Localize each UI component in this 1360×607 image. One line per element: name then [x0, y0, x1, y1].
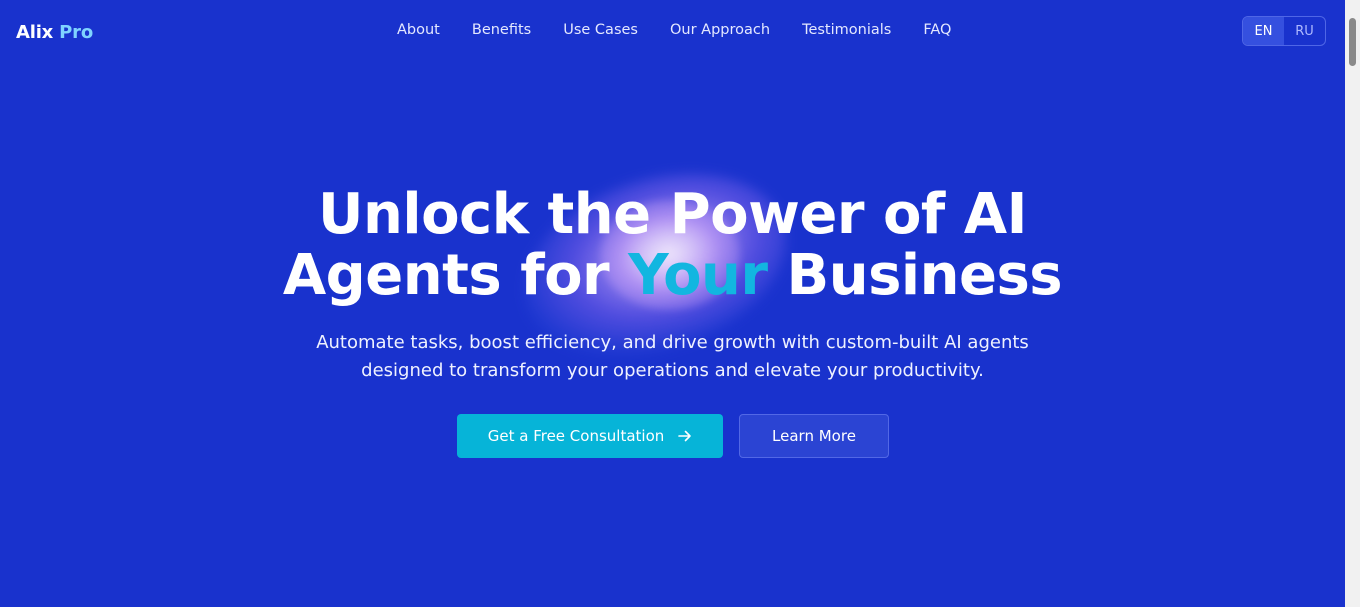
hero-title-highlight: Your: [628, 243, 768, 308]
nav-link-our-approach[interactable]: Our Approach: [670, 22, 770, 38]
logo-main: Alix: [16, 22, 54, 43]
hero-subtitle-line2: designed to transform your operations an…: [361, 360, 984, 381]
learn-more-label: Learn More: [772, 427, 856, 445]
learn-more-button[interactable]: Learn More: [739, 414, 889, 458]
nav-link-use-cases[interactable]: Use Cases: [563, 22, 638, 38]
nav-link-faq[interactable]: FAQ: [923, 22, 951, 38]
page-scrollbar[interactable]: [1345, 0, 1360, 607]
hero-title-line1: Unlock the Power of AI: [318, 182, 1027, 247]
free-consultation-button[interactable]: Get a Free Consultation: [457, 414, 723, 458]
hero-title-line2-after: Business: [786, 243, 1063, 308]
nav-link-benefits[interactable]: Benefits: [472, 22, 531, 38]
language-switcher: EN RU: [1242, 16, 1326, 46]
main-nav: About Benefits Use Cases Our Approach Te…: [397, 22, 951, 38]
landing-page: Alix Pro About Benefits Use Cases Our Ap…: [0, 0, 1345, 607]
nav-link-about[interactable]: About: [397, 22, 440, 38]
logo-accent: Pro: [59, 22, 94, 43]
arrow-right-icon: [678, 429, 692, 443]
language-en-button[interactable]: EN: [1243, 17, 1284, 45]
hero-subtitle: Automate tasks, boost efficiency, and dr…: [0, 329, 1345, 385]
nav-link-testimonials[interactable]: Testimonials: [802, 22, 891, 38]
hero-subtitle-line1: Automate tasks, boost efficiency, and dr…: [316, 332, 1029, 353]
hero-title: Unlock the Power of AI Agents for Your B…: [0, 184, 1345, 306]
hero-title-line2-before: Agents for: [282, 243, 610, 308]
language-ru-button[interactable]: RU: [1284, 17, 1325, 45]
free-consultation-label: Get a Free Consultation: [487, 427, 665, 445]
scrollbar-thumb[interactable]: [1349, 18, 1356, 66]
logo[interactable]: Alix Pro: [16, 22, 93, 43]
